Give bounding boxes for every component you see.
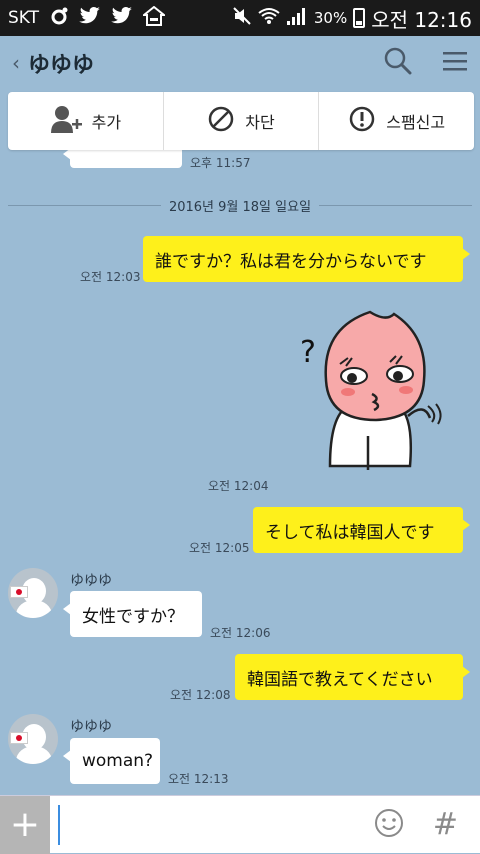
message-time: 오전 12:03 bbox=[80, 270, 141, 284]
add-friend-button[interactable]: 추가 bbox=[8, 92, 164, 150]
message-time: 오전 12:04 bbox=[208, 479, 269, 493]
sent-message-bubble[interactable]: 誰ですか？私は君を分からないです bbox=[143, 236, 470, 282]
add-friend-label: 추가 bbox=[91, 113, 122, 132]
sent-message-bubble[interactable]: そして私は韓国人です bbox=[253, 507, 470, 553]
mute-icon bbox=[232, 6, 252, 30]
battery-icon bbox=[353, 8, 366, 28]
message-time: 오전 12:06 bbox=[210, 626, 271, 640]
emoji-icon[interactable] bbox=[373, 807, 405, 843]
message-input-bar: + # bbox=[0, 795, 480, 854]
report-icon bbox=[348, 105, 376, 137]
back-button[interactable]: ‹ bbox=[12, 51, 20, 75]
battery-percent: 30% bbox=[313, 9, 348, 27]
wifi-icon bbox=[258, 7, 280, 29]
status-bar: SKT 30% 오전 12:16 bbox=[0, 0, 480, 36]
block-button[interactable]: 차단 bbox=[164, 92, 320, 150]
menu-icon[interactable] bbox=[442, 50, 468, 76]
message-time: 오전 12:13 bbox=[168, 772, 229, 786]
chat-title: ゆゆゆ bbox=[28, 53, 95, 78]
date-label: 2016년 9월 18일 일요일 bbox=[168, 199, 312, 215]
add-friend-icon bbox=[50, 104, 82, 138]
twitter-icon bbox=[111, 7, 133, 29]
received-message-bubble[interactable]: woman? bbox=[63, 738, 160, 784]
signal-icon bbox=[286, 6, 308, 30]
sender-name: ゆゆゆ bbox=[70, 719, 112, 735]
divider bbox=[319, 204, 472, 206]
attach-button[interactable]: + bbox=[0, 795, 50, 854]
date-separator: 2016년 9월 18일 일요일 bbox=[8, 196, 472, 215]
hashtag-search-button[interactable]: # bbox=[433, 807, 458, 842]
avatar[interactable] bbox=[8, 714, 58, 764]
japan-flag-icon bbox=[10, 732, 28, 744]
message-time: 오전 12:05 bbox=[189, 541, 250, 555]
sender-name: ゆゆゆ bbox=[70, 573, 112, 589]
notification-ring-icon bbox=[49, 6, 69, 30]
message-input[interactable] bbox=[58, 804, 365, 845]
block-label: 차단 bbox=[245, 113, 275, 132]
chat-header: ‹ ゆゆゆ bbox=[0, 36, 480, 90]
block-icon bbox=[207, 105, 235, 137]
sent-message-bubble[interactable]: 韓国語で教えてください bbox=[235, 654, 470, 700]
report-spam-label: 스팸신고 bbox=[386, 113, 446, 132]
received-message-bubble[interactable]: 女性ですか？ bbox=[63, 591, 202, 637]
japan-flag-icon bbox=[10, 586, 28, 598]
stranger-action-bar: 추가 차단 스팸신고 bbox=[8, 92, 474, 150]
message-time: 오전 12:08 bbox=[170, 688, 231, 702]
search-icon[interactable] bbox=[384, 47, 412, 79]
report-spam-button[interactable]: 스팸신고 bbox=[319, 92, 474, 150]
divider bbox=[8, 204, 161, 206]
message-time: 오후 11:57 bbox=[190, 156, 251, 170]
twitter-icon bbox=[79, 7, 101, 29]
home-icon bbox=[141, 5, 167, 30]
apeach-sticker[interactable]: ? bbox=[298, 306, 448, 476]
avatar[interactable] bbox=[8, 568, 58, 618]
svg-text:?: ? bbox=[300, 335, 316, 370]
clock: 오전 12:16 bbox=[371, 7, 472, 32]
carrier-label: SKT bbox=[8, 8, 40, 28]
